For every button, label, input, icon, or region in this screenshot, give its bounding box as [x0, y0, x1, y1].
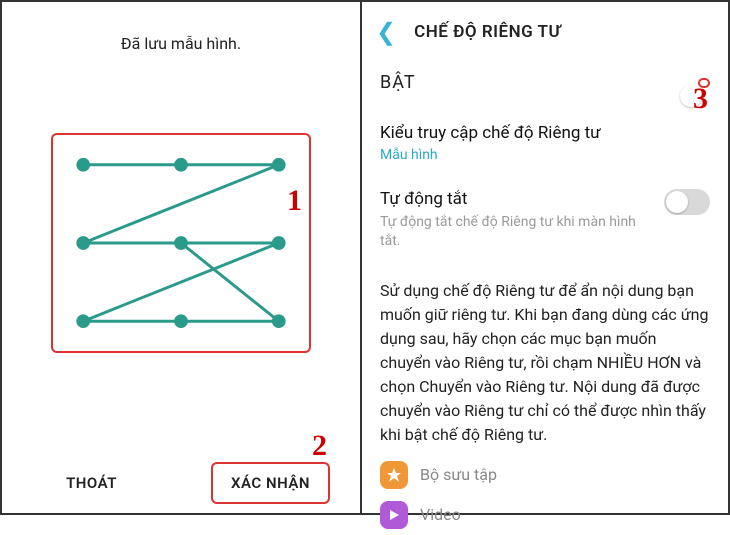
exit-button-label: THOÁT [66, 474, 117, 492]
bottom-button-bar: THOÁT XÁC NHẬN [2, 453, 360, 513]
exit-button[interactable]: THOÁT [2, 453, 181, 513]
back-icon[interactable]: ❮ [376, 18, 396, 46]
app-gallery-label: Bộ sưu tập [420, 465, 497, 484]
annotation-1: 1 [287, 184, 302, 218]
access-type-title: Kiểu truy cập chế độ Riêng tư [380, 123, 710, 143]
app-gallery-row[interactable]: Bộ sưu tập [362, 455, 728, 495]
private-mode-settings: ❮ CHẾ ĐỘ RIÊNG TƯ BẬT 3 Kiểu truy cập ch… [362, 2, 728, 513]
confirm-button[interactable]: XÁC NHẬN [181, 453, 360, 513]
main-toggle-row[interactable]: BẬT [362, 56, 728, 109]
confirm-button-label: XÁC NHẬN [211, 462, 330, 504]
gallery-icon [380, 461, 408, 489]
pattern-saved-message: Đã lưu mẫu hình. [2, 34, 360, 53]
page-title: CHẾ ĐỘ RIÊNG TƯ [414, 22, 561, 42]
access-type-row[interactable]: Kiểu truy cập chế độ Riêng tư Mẫu hình [362, 109, 728, 173]
pattern-lock-screen: Đã lưu mẫu hình. 1 2 THOÁT XÁC NHẬN [2, 2, 362, 513]
access-type-value: Mẫu hình [380, 147, 710, 163]
auto-off-row[interactable]: Tự động tắt Tự động tắt chế độ Riêng tư … [362, 173, 728, 267]
auto-off-title: Tự động tắt [380, 189, 640, 209]
private-mode-description: Sử dụng chế độ Riêng tư để ẩn nội dung b… [362, 267, 728, 455]
main-toggle-label: BẬT [380, 72, 416, 93]
header-row: ❮ CHẾ ĐỘ RIÊNG TƯ [362, 12, 728, 56]
auto-off-desc: Tự động tắt chế độ Riêng tư khi màn hình… [380, 213, 640, 251]
auto-off-toggle[interactable] [664, 189, 710, 215]
pattern-grid[interactable] [51, 133, 311, 353]
pattern-svg [73, 155, 289, 331]
toggle-knob [666, 191, 688, 213]
annotation-3: 3 [693, 82, 708, 116]
